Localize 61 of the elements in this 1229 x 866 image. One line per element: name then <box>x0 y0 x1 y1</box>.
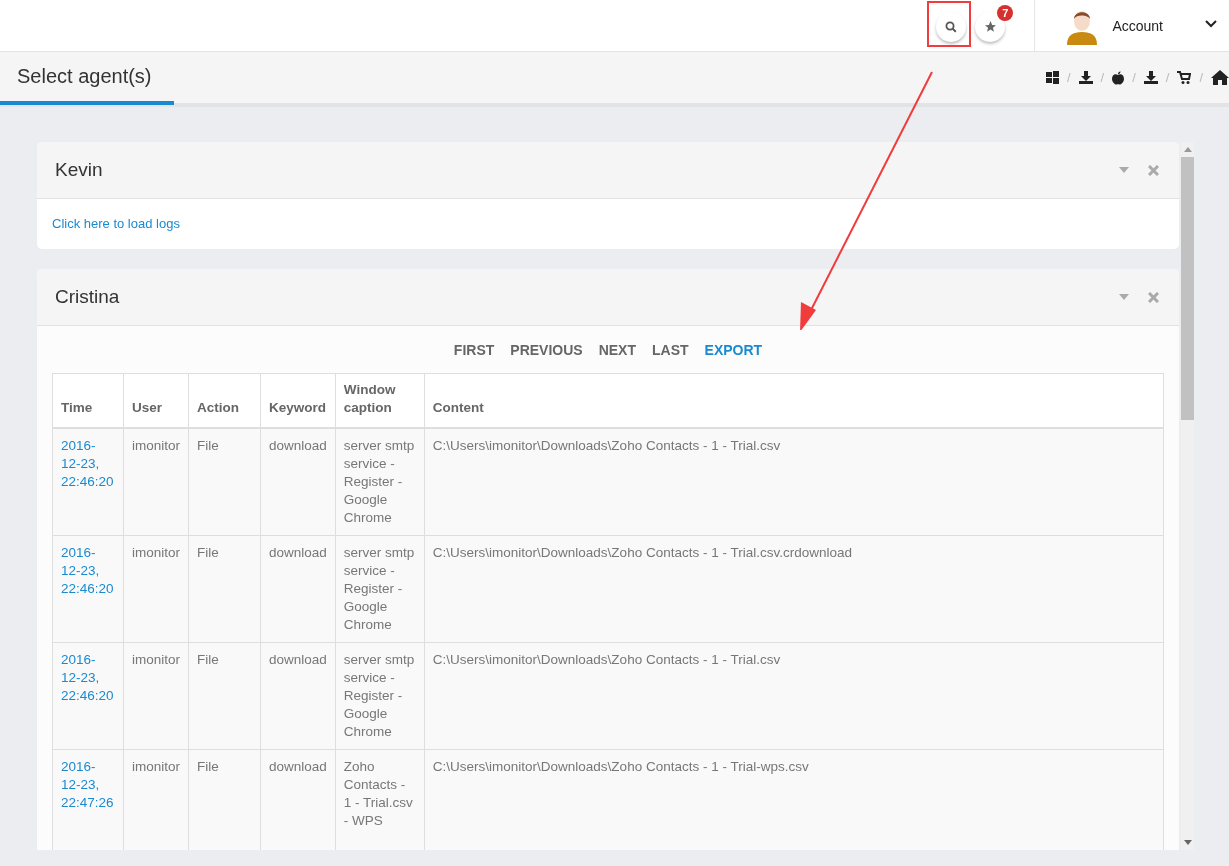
scrollbar[interactable] <box>1181 142 1194 850</box>
time-link[interactable]: 2016-12-23, 22:46:20 <box>52 535 124 643</box>
download-icon[interactable] <box>1078 71 1093 84</box>
column-header: Window caption <box>335 373 425 428</box>
pager-link[interactable]: FIRST <box>453 342 495 358</box>
table-cell: File <box>188 428 261 536</box>
table-cell: Zoho Contacts - 1 - Trial.csv - WPS <box>335 749 425 850</box>
table-cell: download <box>260 642 336 750</box>
column-header: User <box>123 373 189 428</box>
cart-icon[interactable] <box>1177 71 1192 84</box>
breadcrumb-separator: / <box>1066 70 1071 85</box>
breadcrumb-separator: / <box>1165 70 1170 85</box>
windows-icon[interactable] <box>1045 71 1059 84</box>
table-cell: imonitor <box>123 749 189 850</box>
star-icon <box>983 20 997 33</box>
search-icon <box>945 20 958 33</box>
panel-title: Cristina <box>55 286 121 308</box>
notification-badge: 7 <box>997 4 1014 21</box>
favorites-button[interactable] <box>975 11 1006 42</box>
pager-link[interactable]: NEXT <box>598 342 636 358</box>
panel-title: Kevin <box>55 159 104 181</box>
table-cell: imonitor <box>123 428 189 536</box>
page-title: Select agent(s) <box>17 65 152 88</box>
highlight-box <box>927 0 972 47</box>
account-label[interactable]: Account <box>1112 17 1163 34</box>
breadcrumb-separator: / <box>1100 70 1105 85</box>
column-header: Keyword <box>260 373 336 428</box>
download-icon[interactable] <box>1143 71 1158 84</box>
table-cell: imonitor <box>123 535 189 643</box>
table-cell: C:\Users\imonitor\Downloads\Zoho Contacts - 1 - Trial.csv <box>424 428 1164 536</box>
table-cell: server smtp service - Register - Google Chrome <box>335 642 425 750</box>
table-cell: download <box>260 749 336 850</box>
pager-link[interactable]: EXPORT <box>704 342 763 358</box>
pager-link[interactable]: LAST <box>652 342 689 358</box>
table-cell: C:\Users\imonitor\Downloads\Zoho Contacts - 1 - Trial.csv <box>424 642 1164 750</box>
table-cell: File <box>188 642 261 750</box>
table-cell: File <box>188 535 261 643</box>
apple-icon[interactable] <box>1112 70 1125 85</box>
scrollbar-thumb[interactable] <box>1181 157 1194 420</box>
column-header: Time <box>52 373 124 428</box>
table-cell: server smtp service - Register - Google Chrome <box>335 428 425 536</box>
pager-link[interactable]: PREVIOUS <box>510 342 583 358</box>
table-cell: File <box>188 749 261 850</box>
table-cell: imonitor <box>123 642 189 750</box>
chevron-down-icon[interactable] <box>1205 19 1217 28</box>
home-icon[interactable] <box>1211 70 1229 85</box>
table-cell: server smtp service - Register - Google Chrome <box>335 535 425 643</box>
table-cell: download <box>260 535 336 643</box>
load-logs-link[interactable]: Click here to load logs <box>52 216 180 231</box>
breadcrumb-separator: / <box>1132 70 1136 85</box>
time-link[interactable]: 2016-12-23, 22:47:26 <box>52 749 124 850</box>
table-cell: C:\Users\imonitor\Downloads\Zoho Contacts - 1 - Trial.csv.crdownload <box>424 535 1164 643</box>
time-link[interactable]: 2016-12-23, 22:46:20 <box>52 428 124 536</box>
table-cell: download <box>260 428 336 536</box>
column-header: Content <box>424 373 1164 428</box>
scroll-down-icon[interactable] <box>1183 840 1192 845</box>
column-header: Action <box>188 373 261 428</box>
breadcrumb-separator: / <box>1199 70 1203 85</box>
time-link[interactable]: 2016-12-23, 22:46:20 <box>52 642 124 750</box>
search-button[interactable] <box>936 11 967 42</box>
table-cell: C:\Users\imonitor\Downloads\Zoho Contacts - 1 - Trial-wps.csv <box>424 749 1164 850</box>
